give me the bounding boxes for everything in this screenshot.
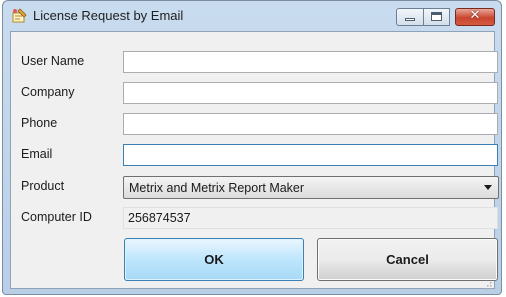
maximize-button[interactable]: [424, 8, 450, 26]
computer-id-value: 256874537: [128, 211, 191, 225]
chevron-down-icon: [484, 185, 492, 190]
phone-label: Phone: [21, 116, 58, 130]
product-dropdown[interactable]: Metrix and Metrix Report Maker: [123, 176, 499, 199]
computer-id-label: Computer ID: [21, 210, 92, 224]
pencil-certificate-icon: [11, 8, 27, 24]
close-icon: ✕: [469, 8, 481, 23]
email-input[interactable]: [123, 144, 498, 166]
email-label: Email: [21, 147, 53, 161]
maximize-icon: [431, 12, 442, 21]
close-button[interactable]: ✕: [455, 8, 495, 26]
computer-id-field: 256874537: [123, 207, 498, 229]
cancel-button[interactable]: Cancel: [317, 238, 498, 281]
phone-input[interactable]: [123, 113, 498, 135]
company-label: Company: [21, 85, 75, 99]
title-bar[interactable]: License Request by Email ✕: [3, 1, 501, 31]
minimize-button[interactable]: [396, 8, 424, 26]
ok-button[interactable]: OK: [124, 238, 304, 281]
resize-grip-icon[interactable]: [483, 277, 492, 290]
company-input[interactable]: [123, 82, 498, 104]
dialog-body: User Name Company Phone Email Product Me…: [10, 31, 499, 290]
license-request-window: License Request by Email ✕ User Name Com…: [2, 0, 502, 295]
window-title: License Request by Email: [33, 8, 184, 23]
minimize-icon: [405, 18, 415, 21]
user-name-input[interactable]: [123, 51, 498, 73]
product-selected-value: Metrix and Metrix Report Maker: [129, 181, 305, 195]
user-name-label: User Name: [21, 54, 85, 68]
product-label: Product: [21, 179, 65, 193]
